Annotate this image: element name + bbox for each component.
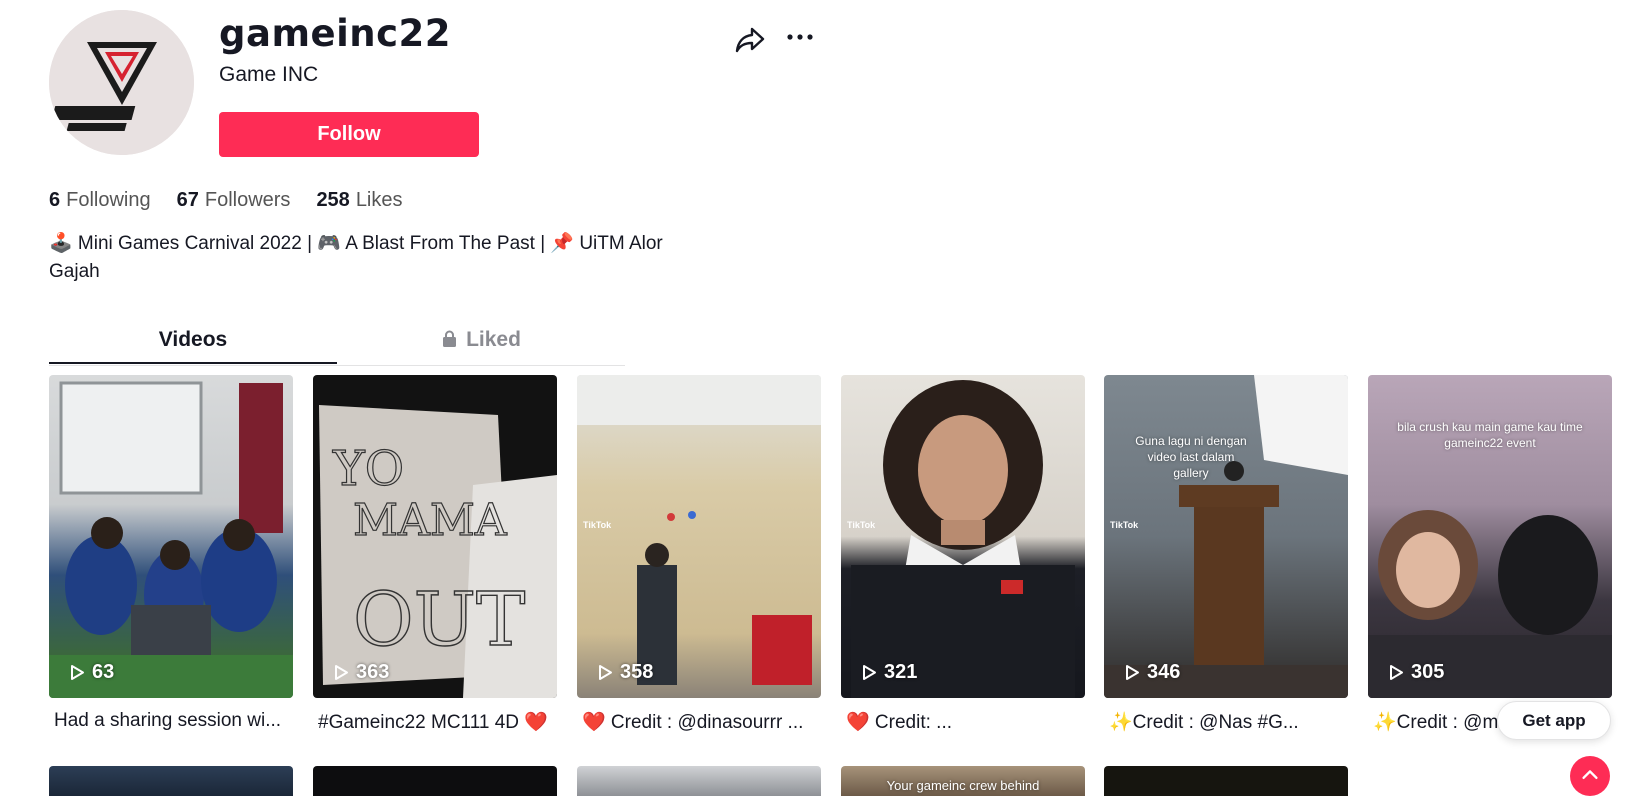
followers-label: Followers [204,189,291,211]
play-count-value: 305 [1411,661,1445,683]
video-caption[interactable]: ❤️ Credit : @dinasourrr ... [582,710,826,734]
play-icon [863,665,876,680]
play-icon [71,665,84,680]
play-count: 305 [1388,661,1444,684]
video-thumbnail [49,381,293,698]
play-icon [335,665,348,680]
lock-icon [443,330,457,347]
play-count: 346 [1124,661,1180,684]
video-card[interactable]: YO MAMA OUT 363 [313,375,557,698]
video-card[interactable]: 63 [49,375,293,698]
play-icon [599,665,612,680]
get-app-button[interactable]: Get app [1497,701,1611,740]
likes-stat: 258 Likes [316,189,402,212]
svg-text:OUT: OUT [353,577,525,663]
play-count: 321 [861,661,917,684]
likes-label: Likes [355,189,403,211]
video-caption[interactable]: #Gameinc22 MC111 4D ❤️ [318,710,562,734]
follow-button[interactable]: Follow [219,112,479,157]
profile-avatar [49,10,194,155]
tab-videos[interactable]: Videos [49,322,337,364]
play-count-value: 346 [1147,661,1181,683]
play-icon [1126,665,1139,680]
video-caption[interactable]: ✨Credit : @Nas #G... [1109,710,1353,734]
followers-count: 67 [176,189,199,211]
share-icon[interactable] [733,22,767,56]
profile-stats: 6 Following 67 Followers 258 Likes [49,189,403,212]
svg-text:MAMA: MAMA [353,495,508,546]
video-thumbnail [577,375,821,685]
tiktok-watermark: TikTok [583,520,612,530]
tiktok-watermark: TikTok [1110,520,1139,530]
following-stat[interactable]: 6 Following [49,189,151,212]
following-label: Following [66,189,151,211]
play-count-value: 63 [92,661,115,683]
play-count-value: 358 [620,661,654,683]
video-card[interactable]: Guna lagu ni dengan video last dalam gal… [1104,375,1348,698]
video-overlay-text: Guna lagu ni dengan video last dalam gal… [1135,434,1247,480]
video-thumbnail: YO MAMA OUT [319,405,557,698]
tab-liked[interactable]: Liked [337,322,625,365]
profile-tabs: Videos Liked [49,322,625,366]
play-count-value: 363 [356,661,390,683]
gameinc-logo [49,10,194,155]
video-card[interactable]: bila crush kau main game kau time gamein… [1368,375,1612,698]
svg-text:YO: YO [332,441,404,497]
more-options-icon[interactable] [783,22,817,56]
video-card[interactable]: TikTok 358 [577,375,821,698]
play-count: 363 [333,661,389,684]
tab-liked-label: Liked [466,328,521,351]
following-count: 6 [49,189,61,211]
video-thumbnail [851,380,1075,698]
video-card[interactable]: TikTok 321 [841,375,1085,698]
play-count: 358 [597,661,653,684]
tab-videos-label: Videos [158,328,228,351]
likes-count: 258 [316,189,350,211]
back-to-top-button[interactable] [1570,756,1610,796]
play-icon [1390,665,1403,680]
video-overlay-text: bila crush kau main game kau time gamein… [1397,420,1583,450]
video-caption[interactable]: Had a sharing session wi... [54,710,298,732]
profile-username: gameinc22 [219,12,452,55]
video-thumbnail [1104,375,1348,698]
followers-stat[interactable]: 67 Followers [177,189,291,212]
arrow-up-icon [1582,770,1598,780]
video-caption[interactable]: ❤️ Credit: ... [846,710,1090,734]
play-count-value: 321 [884,661,918,683]
tiktok-watermark: TikTok [847,520,876,530]
video-caption[interactable]: ✨Credit : @m [1373,710,1498,734]
profile-nickname: Game INC [219,63,319,86]
play-count: 63 [69,661,114,684]
profile-bio: 🕹️ Mini Games Carnival 2022 | 🎮 A Blast … [49,233,663,282]
